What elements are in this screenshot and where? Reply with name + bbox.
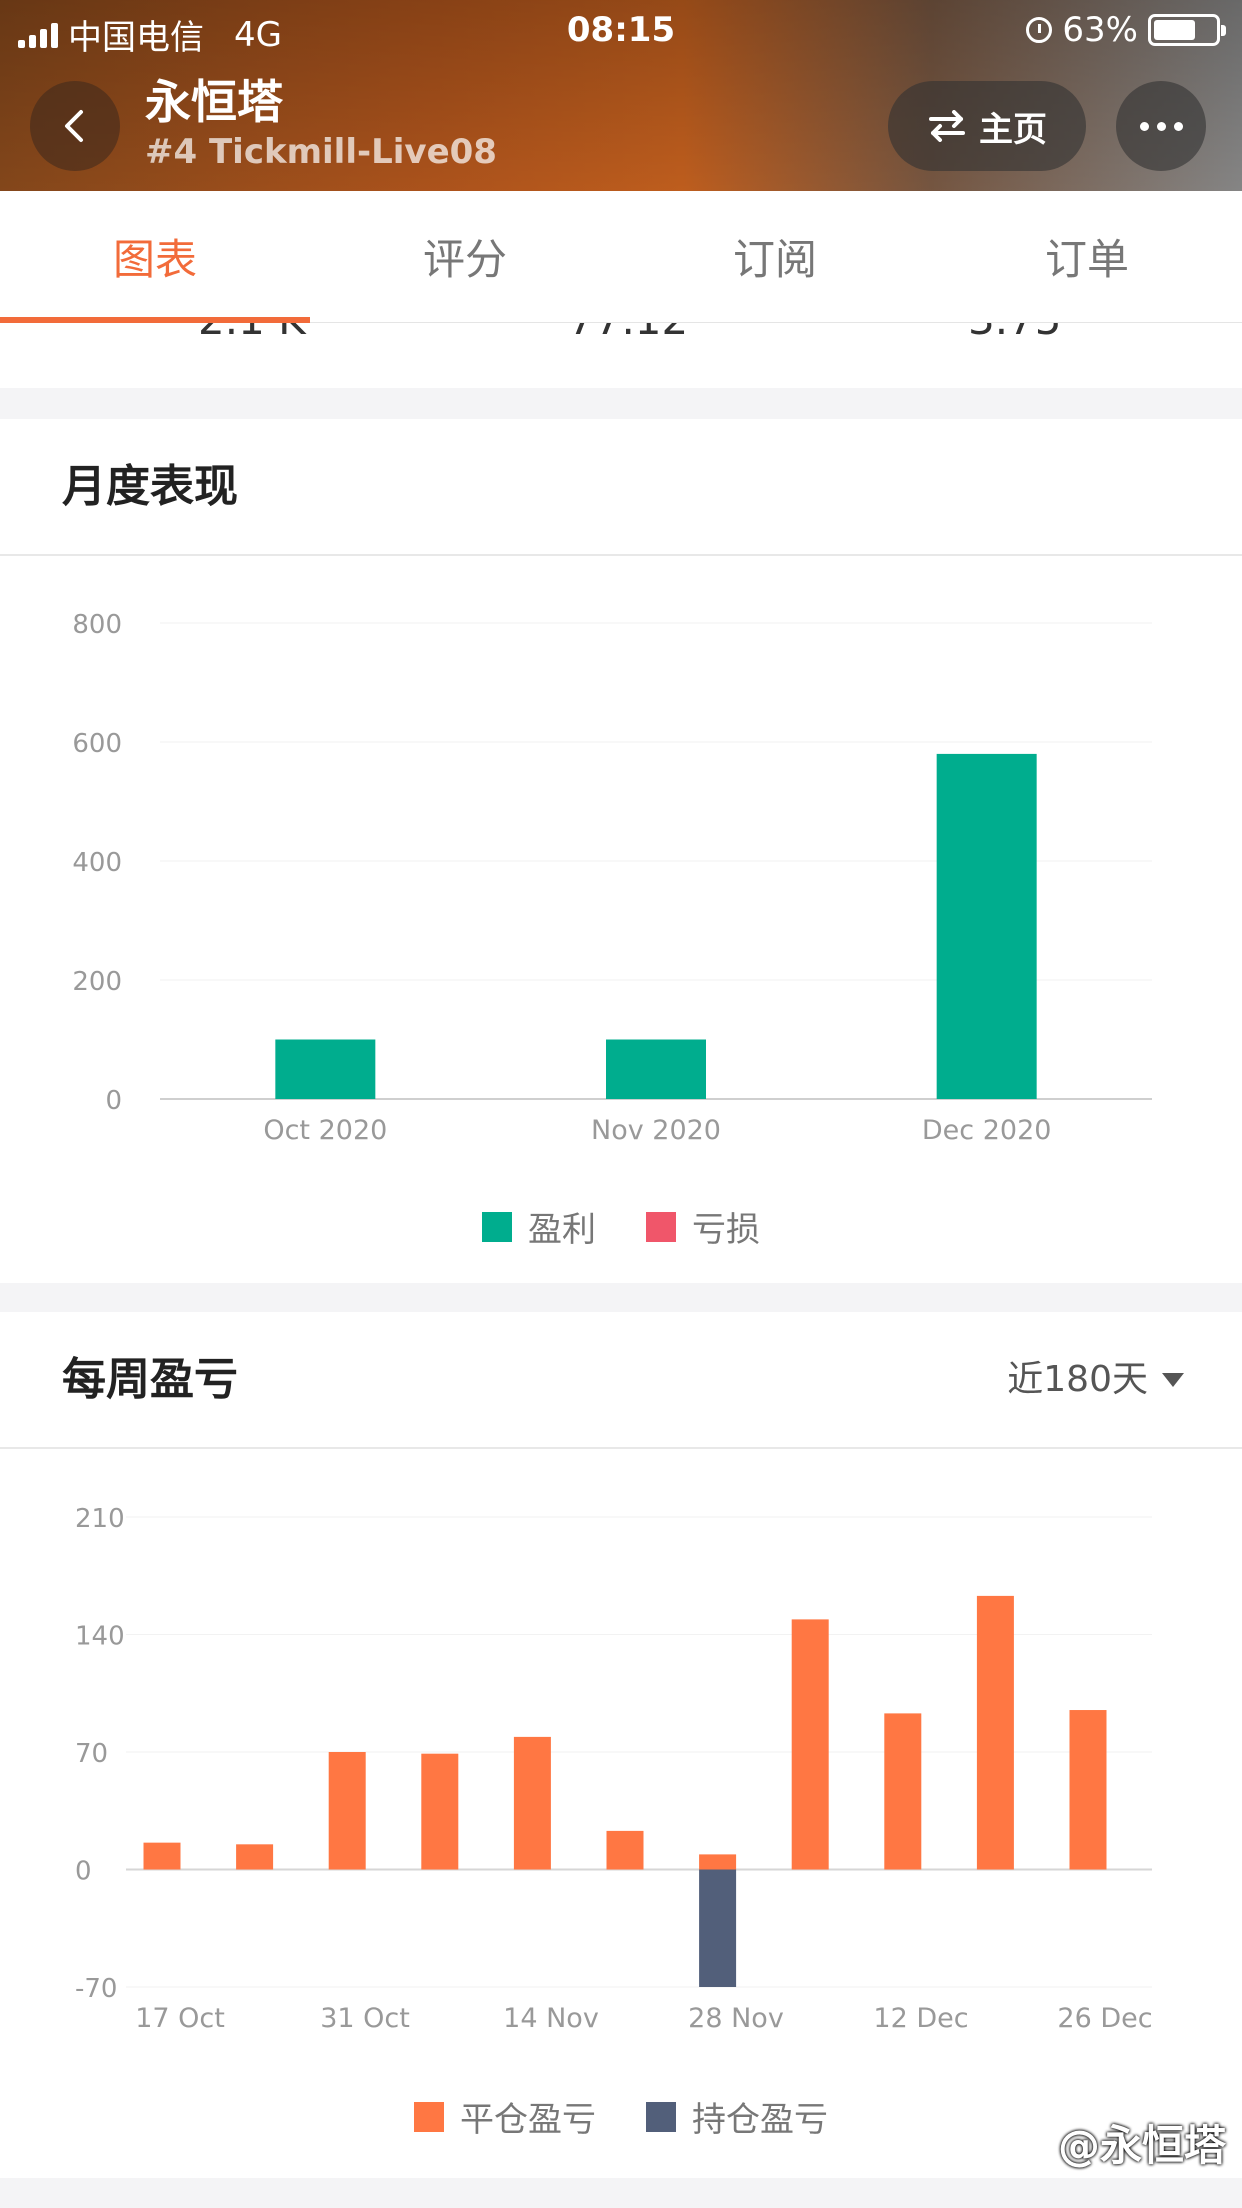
bar — [976, 1595, 1014, 1870]
monthly-performance-card: 月度表现 0 200 400 600 800 Oct 2020 Nov 2020 Dec 20… — [0, 419, 1242, 1283]
stat-value: 3.75 — [968, 323, 1062, 344]
legend-label: 盈利 — [528, 1210, 596, 1250]
y-tick-label: 800 — [72, 610, 122, 640]
legend-item-closed-pnl[interactable]: 平仓盈亏 — [414, 2092, 596, 2141]
stats-row: 2.1 K 77.12 3.75 — [0, 323, 1242, 388]
battery-icon — [1148, 14, 1226, 46]
y-tick-label: 0 — [105, 1086, 122, 1116]
bar — [699, 1869, 737, 1987]
back-button[interactable] — [30, 81, 120, 171]
y-tick-label: 140 — [75, 1622, 125, 1652]
tab-orders[interactable]: 订单 — [932, 191, 1242, 322]
weekly-bar-chart: -70 0 70 140 210 17 Oct 31 Oct 14 Nov 28 Nov 12 D… — [75, 1504, 1153, 2034]
x-tick-label: 14 Nov — [503, 2003, 599, 2034]
range-selector[interactable]: 近180天 — [1007, 1312, 1184, 1447]
status-bar: 中国电信 4G 08:15 63% — [0, 0, 1242, 60]
y-tick-label: -70 — [75, 1974, 117, 2004]
header-banner: 中国电信 4G 08:15 63% 永恒塔 #4 Tickmill-Live08… — [0, 0, 1242, 191]
bar — [791, 1619, 829, 1870]
bar — [513, 1736, 551, 1870]
y-tick-label: 200 — [72, 967, 122, 997]
bar — [606, 1830, 644, 1870]
x-tick-label: Nov 2020 — [591, 1115, 721, 1146]
profit-swatch — [482, 1211, 512, 1242]
page-title: 永恒塔 — [145, 75, 283, 129]
closed-pnl-swatch — [414, 2101, 444, 2132]
y-tick-label: 400 — [72, 848, 122, 878]
tab-subscribe[interactable]: 订阅 — [620, 191, 930, 322]
y-tick-label: 70 — [75, 1739, 108, 1769]
battery-percent: 63% — [1062, 10, 1138, 50]
legend-label: 平仓盈亏 — [460, 2100, 596, 2140]
watermark: @永恒塔 — [1057, 2121, 1226, 2170]
weekly-legend: 平仓盈亏 持仓盈亏 — [0, 2092, 1242, 2141]
bar — [328, 1752, 366, 1870]
more-dot-icon — [1139, 121, 1149, 131]
weekly-pnl-card: 每周盈亏 近180天 -70 0 70 140 210 17 Oct 31 Oct 14 No… — [0, 1312, 1242, 2178]
x-tick-label: 31 Oct — [320, 2003, 410, 2034]
chevron-left-icon — [65, 110, 83, 142]
legend-label: 持仓盈亏 — [692, 2100, 828, 2140]
bar — [699, 1854, 737, 1870]
x-tick-label: 12 Dec — [873, 2003, 968, 2034]
tab-rating[interactable]: 评分 — [310, 191, 620, 322]
account-subtitle: #4 Tickmill-Live08 — [145, 132, 497, 172]
y-tick-label: 210 — [75, 1504, 125, 1534]
legend-item-loss[interactable]: 亏损 — [646, 1202, 760, 1251]
bar — [884, 1713, 922, 1870]
alarm-icon — [1026, 17, 1053, 43]
legend-item-open-pnl[interactable]: 持仓盈亏 — [646, 2092, 828, 2141]
bar — [606, 1039, 706, 1099]
home-button[interactable]: 主页 — [888, 81, 1086, 171]
more-dot-icon — [1173, 121, 1183, 131]
stat-value: 77.12 — [568, 323, 688, 344]
more-button[interactable] — [1116, 81, 1206, 171]
bar — [143, 1842, 181, 1870]
caret-down-icon — [1162, 1372, 1184, 1387]
bar — [1069, 1710, 1107, 1870]
bar — [236, 1844, 274, 1870]
home-button-label: 主页 — [979, 109, 1047, 150]
bar — [275, 1039, 376, 1099]
loss-swatch — [646, 1211, 676, 1242]
y-tick-label: 0 — [75, 1857, 92, 1887]
x-tick-label: 28 Nov — [688, 2003, 784, 2034]
bar — [936, 753, 1037, 1099]
x-tick-label: 17 Oct — [135, 2003, 225, 2034]
weekly-title: 每周盈亏 — [62, 1354, 238, 1405]
swap-icon — [929, 110, 965, 142]
tab-bar: 图表 评分 订阅 订单 — [0, 191, 1242, 323]
stat-value: 2.1 K — [198, 323, 306, 344]
range-label: 近180天 — [1007, 1359, 1148, 1400]
x-tick-label: 26 Dec — [1057, 2003, 1152, 2034]
x-tick-label: Oct 2020 — [263, 1115, 387, 1146]
x-tick-label: Dec 2020 — [922, 1115, 1052, 1146]
monthly-legend: 盈利 亏损 — [0, 1202, 1242, 1251]
legend-item-profit[interactable]: 盈利 — [482, 1202, 596, 1251]
open-pnl-swatch — [646, 2101, 676, 2132]
monthly-title: 月度表现 — [62, 461, 238, 512]
y-tick-label: 600 — [72, 729, 122, 759]
bar — [421, 1753, 459, 1870]
monthly-bar-chart: 0 200 400 600 800 Oct 2020 Nov 2020 Dec 2020 — [72, 610, 1152, 1146]
more-dot-icon — [1156, 121, 1166, 131]
tab-chart[interactable]: 图表 — [0, 191, 310, 322]
legend-label: 亏损 — [692, 1210, 760, 1250]
